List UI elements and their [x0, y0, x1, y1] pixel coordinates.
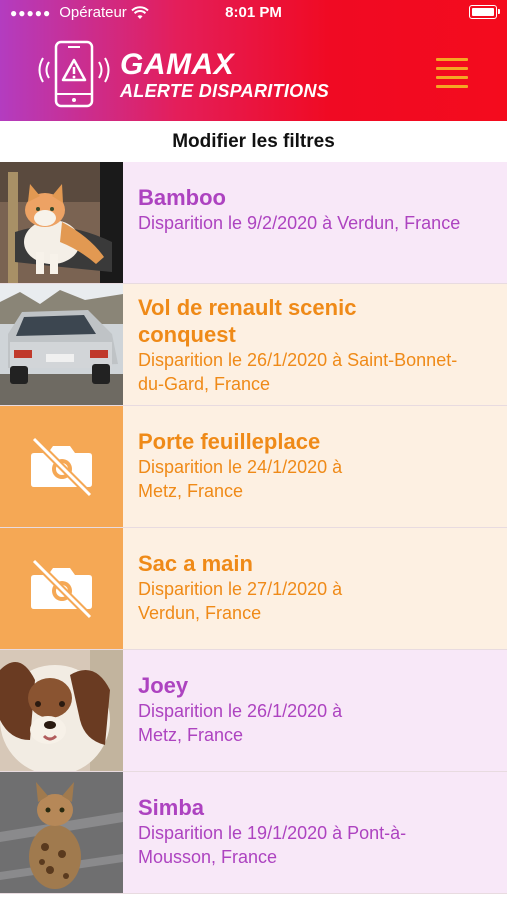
item-text: Joey Disparition le 26/1/2020 à Metz, Fr…	[138, 672, 497, 747]
item-title: Vol de renault scenic conquest	[138, 295, 357, 347]
list-item[interactable]: Bamboo Disparition le 9/2/2020 à Verdun,…	[0, 162, 507, 284]
status-bar: ●●●●● Opérateur 8:01 PM	[0, 0, 507, 26]
list-item[interactable]: Vol de renault scenic conquest Dispariti…	[0, 284, 507, 406]
missing-items-list: Bamboo Disparition le 9/2/2020 à Verdun,…	[0, 162, 507, 894]
item-text: Bamboo Disparition le 9/2/2020 à Verdun,…	[138, 184, 497, 235]
item-photo-placeholder	[0, 528, 123, 649]
app-header: ●●●●● Opérateur 8:01 PM GAMAX ALERTE DIS…	[0, 0, 507, 121]
battery-icon	[469, 5, 500, 19]
list-item[interactable]: Joey Disparition le 26/1/2020 à Metz, Fr…	[0, 650, 507, 772]
item-title: Simba	[138, 795, 205, 820]
item-photo	[0, 772, 123, 893]
app-subtitle: ALERTE DISPARITIONS	[120, 81, 330, 101]
item-title: Porte feuilleplace	[138, 429, 321, 454]
no-photo-icon	[31, 436, 93, 498]
phone-alert-icon	[38, 40, 110, 108]
hamburger-icon-line	[436, 67, 468, 70]
item-title: Joey	[138, 673, 189, 698]
item-description: Disparition le 24/1/2020 à Metz, France	[138, 457, 343, 501]
list-item[interactable]: Sac a main Disparition le 27/1/2020 à Ve…	[0, 528, 507, 650]
no-photo-icon	[31, 558, 93, 620]
item-photo	[0, 162, 123, 283]
hamburger-icon-line	[436, 85, 468, 88]
app-title: GAMAX	[120, 48, 235, 81]
item-description: Disparition le 19/1/2020 à Pont-à-Mousso…	[138, 823, 407, 867]
brand: GAMAX ALERTE DISPARITIONS	[120, 48, 330, 101]
status-time: 8:01 PM	[225, 4, 282, 21]
list-item[interactable]: Simba Disparition le 19/1/2020 à Pont-à-…	[0, 772, 507, 894]
menu-button[interactable]	[436, 58, 468, 88]
item-text: Simba Disparition le 19/1/2020 à Pont-à-…	[138, 794, 497, 869]
filter-button[interactable]: Modifier les filtres	[0, 121, 507, 162]
item-description: Disparition le 26/1/2020 à Saint-Bonnet-…	[138, 350, 458, 394]
item-text: Sac a main Disparition le 27/1/2020 à Ve…	[138, 550, 497, 625]
item-photo	[0, 284, 123, 405]
item-photo-placeholder	[0, 406, 123, 527]
item-photo	[0, 650, 123, 771]
list-item[interactable]: Porte feuilleplace Disparition le 24/1/2…	[0, 406, 507, 528]
item-title: Sac a main	[138, 551, 253, 576]
item-description: Disparition le 27/1/2020 à Verdun, Franc…	[138, 579, 343, 623]
item-text: Porte feuilleplace Disparition le 24/1/2…	[138, 428, 497, 503]
item-description: Disparition le 9/2/2020 à Verdun, France	[138, 213, 461, 233]
hamburger-icon	[436, 58, 468, 61]
hamburger-icon-line	[436, 76, 468, 79]
item-text: Vol de renault scenic conquest Dispariti…	[138, 294, 497, 396]
item-description: Disparition le 26/1/2020 à Metz, France	[138, 701, 343, 745]
item-title: Bamboo	[138, 185, 226, 210]
